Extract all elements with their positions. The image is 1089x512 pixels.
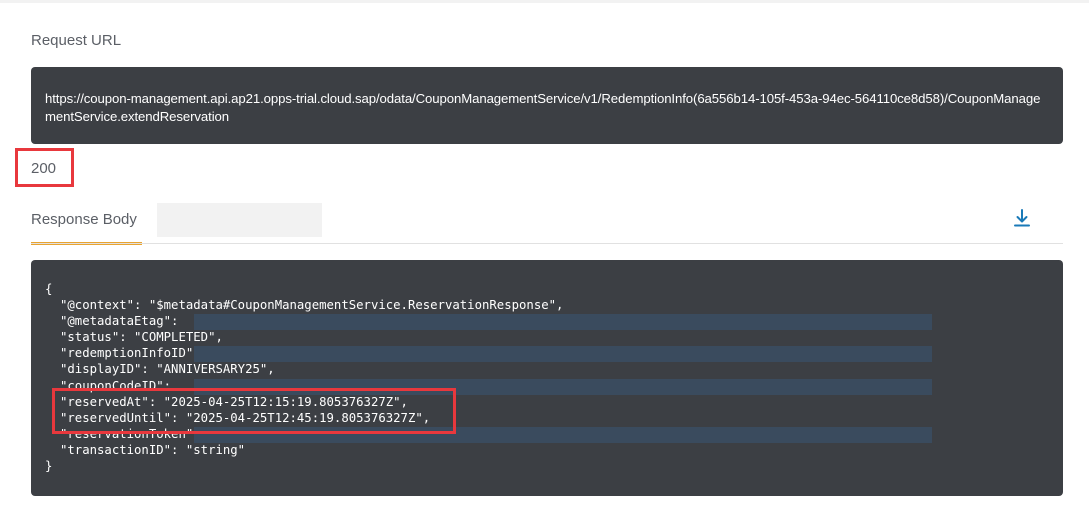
json-open-brace: {	[45, 282, 53, 296]
json-text: "displayID": "ANNIVERSARY25",	[60, 362, 275, 377]
json-text: "@context": "$metadata#CouponManagementS…	[60, 298, 564, 313]
json-text: "@metadataEtag":	[60, 314, 179, 329]
status-code-highlight	[15, 148, 74, 187]
tab-response-body[interactable]: Response Body	[31, 200, 142, 245]
request-url-text: https://coupon-management.api.ap21.opps-…	[45, 91, 1041, 124]
json-text: "status": "COMPLETED",	[60, 330, 223, 345]
json-line-status: "status": "COMPLETED",	[45, 329, 1063, 345]
redacted-value	[194, 314, 932, 331]
json-line-context: "@context": "$metadata#CouponManagementS…	[45, 297, 1063, 313]
top-divider	[0, 0, 1089, 3]
json-close-brace: }	[45, 459, 53, 474]
tabs-divider	[31, 243, 1063, 244]
json-line-metadata-etag: "@metadataEtag":	[45, 313, 1063, 331]
response-tabs: Response Body	[31, 200, 1063, 245]
json-line-transaction-id: "transactionID": "string"	[45, 442, 1063, 458]
redacted-value	[194, 346, 932, 363]
tab-placeholder	[157, 203, 322, 237]
request-url-box: https://coupon-management.api.ap21.opps-…	[31, 67, 1063, 144]
response-body-box: { "@context": "$metadata#CouponManagemen…	[31, 260, 1063, 496]
json-line-display-id: "displayID": "ANNIVERSARY25",	[45, 361, 1063, 377]
json-text: "redemptionInfoID":	[60, 346, 201, 361]
json-text: "transactionID": "string"	[60, 442, 246, 457]
download-icon[interactable]	[1012, 208, 1032, 230]
json-line-redemption-info-id: "redemptionInfoID":	[45, 345, 1063, 363]
request-url-label: Request URL	[31, 32, 122, 49]
reserved-dates-highlight	[52, 388, 456, 434]
